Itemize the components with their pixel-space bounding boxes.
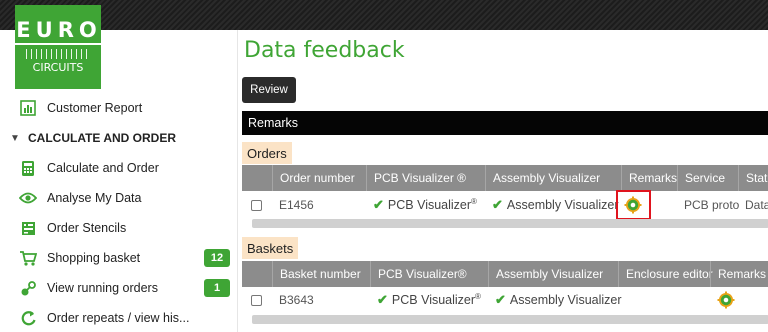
orders-table-header: Order number PCB Visualizer ® Assembly V… (242, 165, 768, 191)
column-header-enclosure-editor[interactable]: Enclosure editor (618, 261, 713, 287)
service-cell: PCB proto (684, 198, 740, 212)
running-orders-badge: 1 (204, 279, 230, 297)
logo-text-euro: EURO (12, 19, 104, 45)
cart-icon (19, 249, 37, 267)
checkmark-icon: ✔ (495, 292, 506, 307)
table-row[interactable]: E1456 ✔ PCB Visualizer® ✔ Assembly Visua… (242, 190, 768, 220)
table-row[interactable]: B3643 ✔ PCB Visualizer® ✔ Assembly Visua… (242, 287, 768, 313)
sidebar-section-calculate-and-order[interactable]: ▼ CALCULATE AND ORDER (0, 125, 237, 151)
column-header-status[interactable]: Stat (738, 165, 768, 191)
pcb-visualizer-link[interactable]: ✔ PCB Visualizer® (370, 287, 481, 313)
checkmark-icon: ✔ (492, 197, 503, 212)
assembly-visualizer-label: Assembly Visualizer (509, 293, 622, 307)
baskets-horizontal-scrollbar[interactable] (252, 315, 768, 324)
sidebar-item-order-stencils[interactable]: Order Stencils (0, 215, 237, 241)
sidebar-item-analyse-my-data[interactable]: Analyse My Data (0, 185, 237, 211)
assembly-visualizer-label: Assembly Visualizer (506, 198, 619, 212)
sidebar-item-shopping-basket[interactable]: Shopping basket 12 (0, 245, 237, 271)
row-checkbox[interactable] (251, 200, 262, 211)
column-header-remarks[interactable]: Remarks (710, 261, 768, 287)
pcb-visualizer-label: PCB Visualizer® (391, 292, 481, 308)
column-header-order-number[interactable]: Order number (272, 165, 366, 191)
sidebar-section-label: CALCULATE AND ORDER (28, 131, 176, 145)
sidebar-item-label: Analyse My Data (47, 191, 142, 205)
orders-section-label: Orders (242, 142, 292, 164)
row-checkbox[interactable] (251, 295, 262, 306)
logo-lines (26, 48, 90, 59)
calculator-icon (19, 159, 37, 177)
assembly-visualizer-link[interactable]: ✔ Assembly Visualizer (485, 192, 619, 218)
review-button[interactable]: Review (242, 77, 296, 103)
sidebar-item-label: Order repeats / view his... (47, 311, 190, 325)
eurocircuits-logo[interactable]: EURO CIRCUITS (12, 5, 104, 89)
order-number-cell[interactable]: E1456 (272, 192, 314, 218)
column-header-basket-number[interactable]: Basket number (272, 261, 370, 287)
pcb-visualizer-link[interactable]: ✔ PCB Visualizer® (366, 192, 477, 218)
sidebar-item-label: Customer Report (47, 101, 143, 115)
assembly-visualizer-link[interactable]: ✔ Assembly Visualizer (488, 287, 622, 313)
column-header-remarks[interactable]: Remarks (621, 165, 677, 191)
page-title: Data feedback (244, 38, 405, 63)
orders-horizontal-scrollbar[interactable] (252, 219, 768, 228)
report-icon (19, 99, 37, 117)
pcb-visualizer-label: PCB Visualizer® (387, 197, 477, 213)
repeat-icon (19, 309, 37, 327)
sidebar-item-label: Order Stencils (47, 221, 127, 235)
sidebar-item-order-repeats[interactable]: Order repeats / view his... (0, 305, 237, 331)
sidebar-item-customer-report[interactable]: Customer Report (0, 95, 237, 121)
basket-count-badge: 12 (204, 249, 230, 267)
basket-number-cell[interactable]: B3643 (272, 287, 314, 313)
sidebar-item-label: Calculate and Order (47, 161, 159, 175)
remarks-header: Remarks (242, 111, 768, 135)
sidebar-item-label: View running orders (47, 281, 158, 295)
column-header-pcb-visualizer[interactable]: PCB Visualizer ® (366, 165, 485, 191)
column-header-assembly-visualizer[interactable]: Assembly Visualizer (488, 261, 618, 287)
main-content: Data feedback Review Remarks Orders Orde… (237, 30, 768, 332)
baskets-table-header: Basket number PCB Visualizer® Assembly V… (242, 261, 768, 287)
sidebar: EURO CIRCUITS Customer Report ▼ CALCULAT… (0, 0, 237, 332)
sidebar-item-calculate-and-order[interactable]: Calculate and Order (0, 155, 237, 181)
select-column-header (242, 261, 272, 287)
stencil-icon (19, 219, 37, 237)
sidebar-item-view-running-orders[interactable]: View running orders 1 (0, 275, 237, 301)
column-header-assembly-visualizer[interactable]: Assembly Visualizer (485, 165, 621, 191)
running-orders-icon (19, 279, 37, 297)
baskets-section-label: Baskets (242, 237, 299, 259)
eye-icon (19, 189, 37, 207)
column-header-service[interactable]: Service (677, 165, 738, 191)
select-column-header (242, 165, 272, 191)
checkmark-icon: ✔ (377, 292, 388, 307)
logo-text-circuits: CIRCUITS (32, 60, 84, 74)
remarks-highlight-box (616, 190, 651, 220)
column-header-pcb-visualizer[interactable]: PCB Visualizer® (370, 261, 488, 287)
checkmark-icon: ✔ (373, 197, 384, 212)
caret-down-icon: ▼ (10, 132, 20, 144)
remarks-gear-icon[interactable] (717, 291, 735, 309)
sidebar-item-label: Shopping basket (47, 251, 141, 265)
status-cell: Data (745, 198, 768, 212)
